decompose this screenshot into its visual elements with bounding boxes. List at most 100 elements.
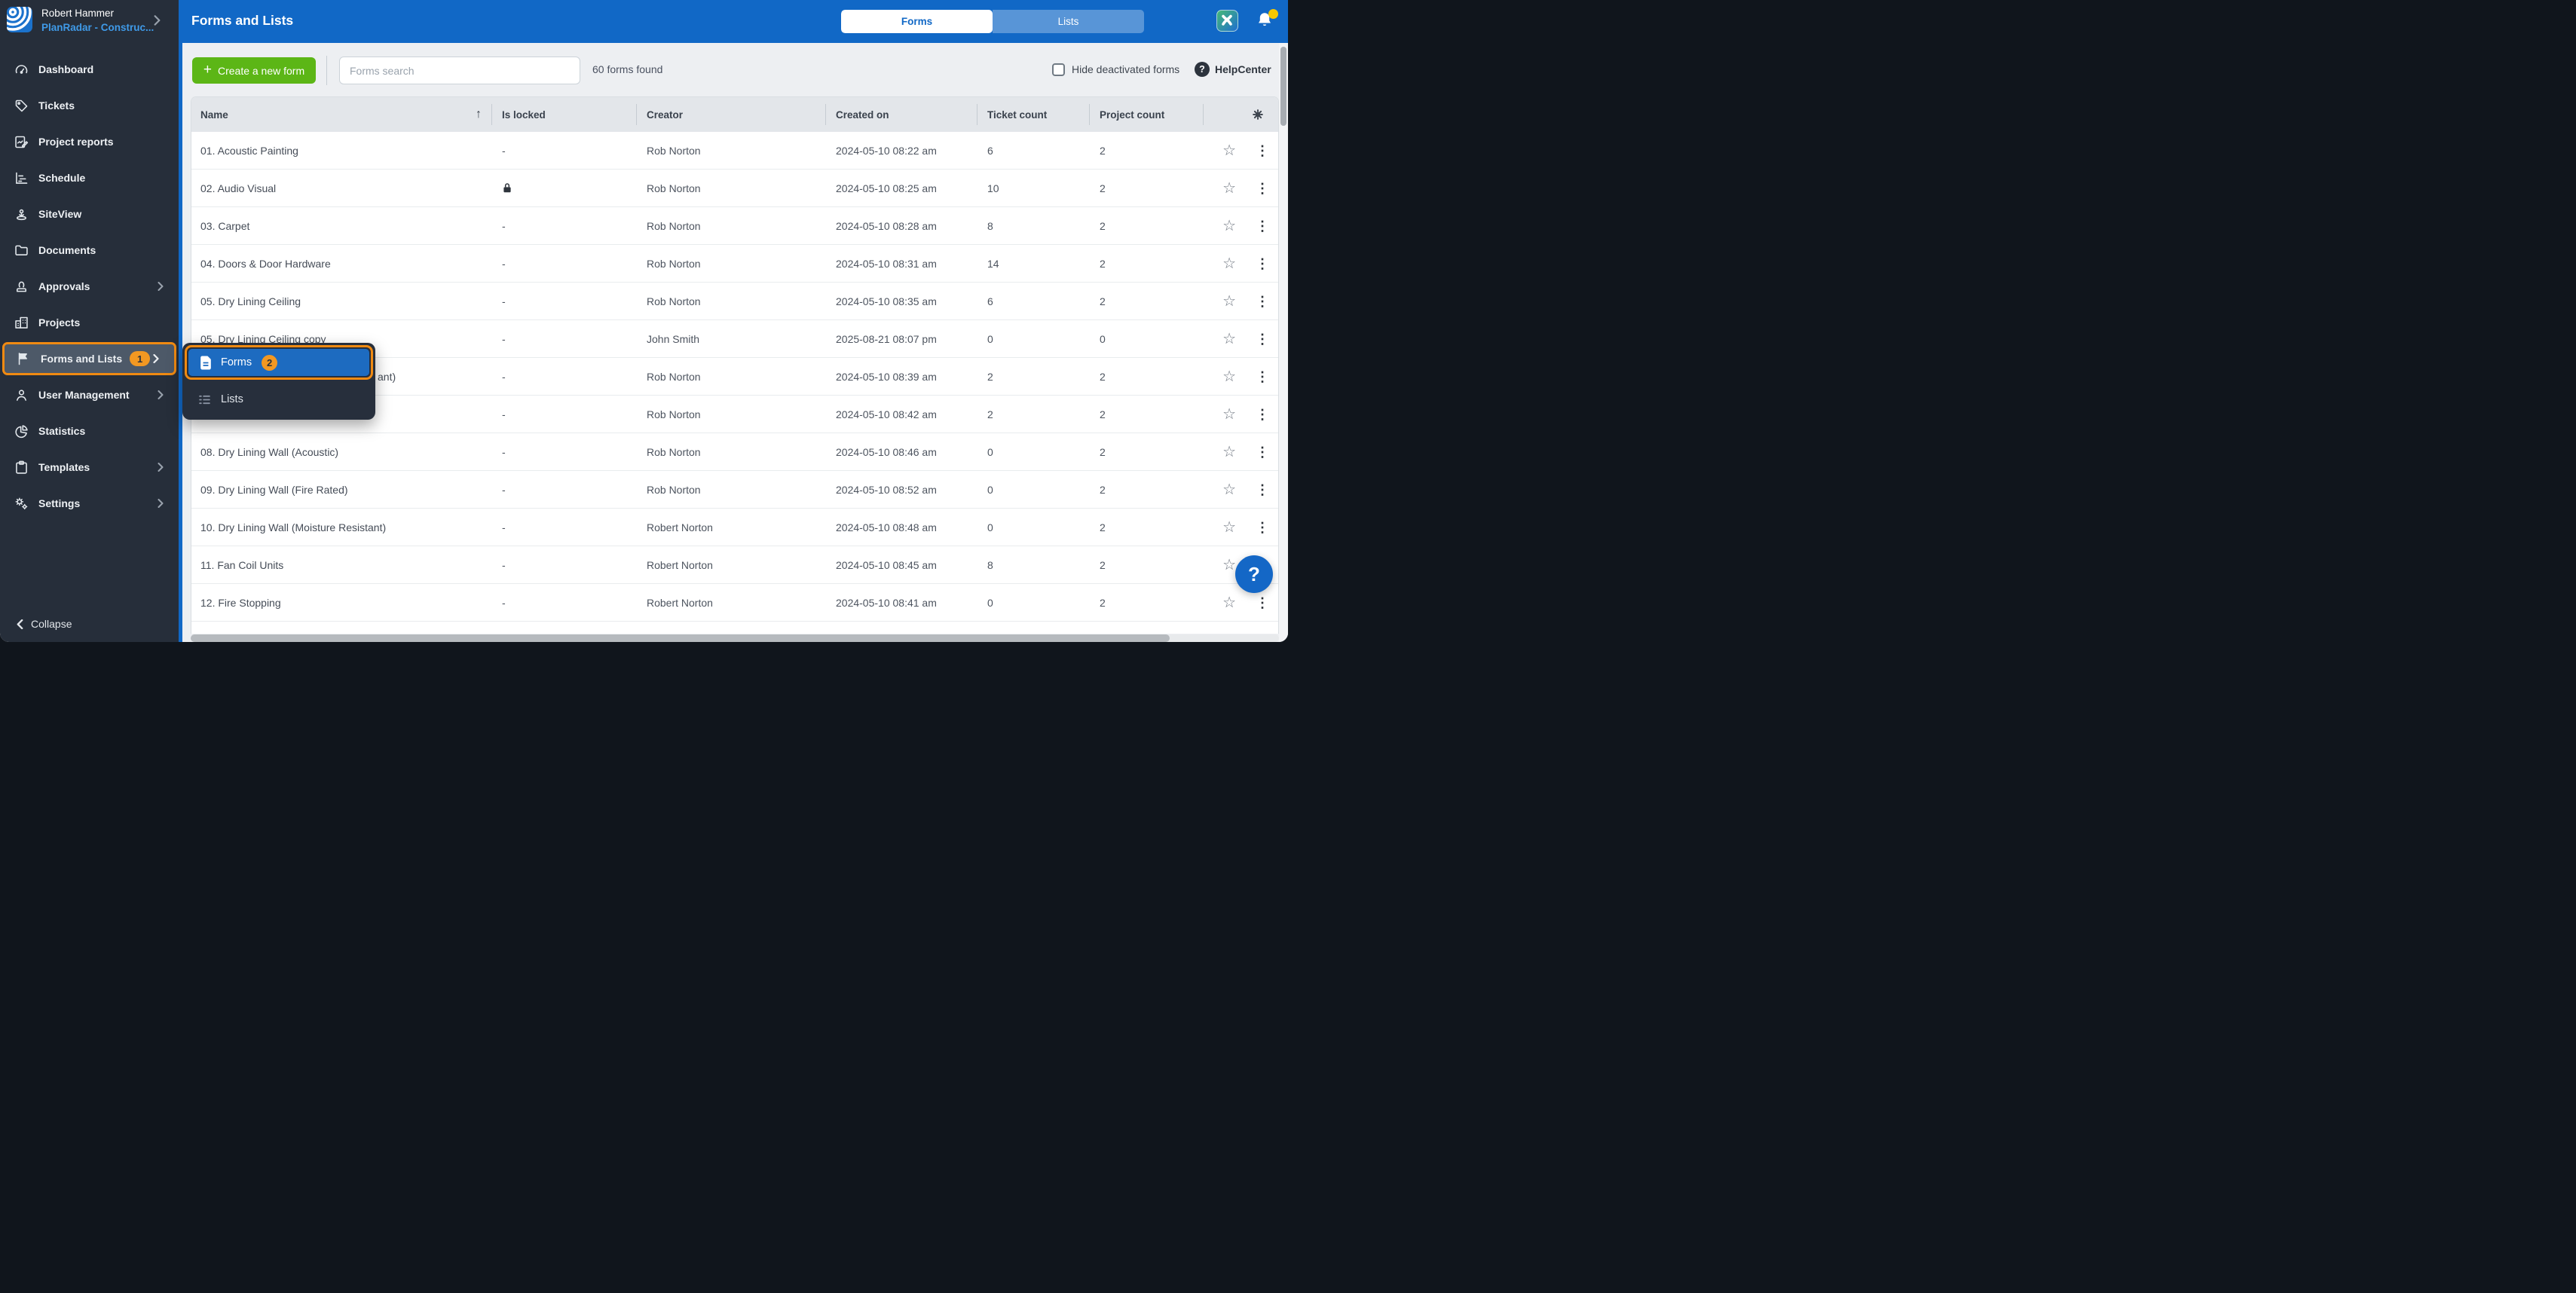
- vertical-scrollbar-thumb[interactable]: [1280, 47, 1286, 126]
- helpcenter-link[interactable]: HelpCenter: [1215, 63, 1271, 75]
- favorite-star-icon[interactable]: ☆: [1222, 558, 1236, 573]
- favorite-star-icon[interactable]: ☆: [1222, 294, 1236, 309]
- column-settings-gear-icon[interactable]: [1204, 97, 1279, 132]
- form-name[interactable]: 08. Dry Lining Wall (Acoustic): [191, 433, 492, 470]
- favorite-star-icon[interactable]: ☆: [1222, 595, 1236, 610]
- buildings-icon: [14, 315, 29, 331]
- sidebar-item-schedule[interactable]: Schedule: [0, 160, 179, 196]
- sort-ascending-icon: ↑: [476, 108, 482, 121]
- project-count-value: 2: [1090, 433, 1204, 470]
- forms-lists-popup-menu: Forms 2 Lists: [182, 343, 375, 420]
- tutorial-step-badge: 2: [262, 355, 277, 371]
- favorite-star-icon[interactable]: ☆: [1222, 407, 1236, 422]
- table-row[interactable]: 09. Dry Lining Wall (Fire Rated) - Rob N…: [191, 471, 1278, 509]
- account-switcher[interactable]: Robert Hammer PlanRadar - Construc...: [0, 0, 179, 44]
- kebab-menu-icon[interactable]: ⋮: [1256, 521, 1269, 534]
- popup-item-forms[interactable]: Forms 2: [188, 349, 369, 376]
- sidebar-item-forms-and-lists[interactable]: Forms and Lists 1: [2, 342, 176, 375]
- kebab-menu-icon[interactable]: ⋮: [1256, 144, 1269, 157]
- kebab-menu-icon[interactable]: ⋮: [1256, 332, 1269, 346]
- favorite-star-icon[interactable]: ☆: [1222, 445, 1236, 460]
- app-switcher-icon[interactable]: [1216, 10, 1238, 32]
- favorite-star-icon[interactable]: ☆: [1222, 482, 1236, 497]
- sidebar-item-templates[interactable]: Templates: [0, 449, 179, 485]
- column-header-is-locked[interactable]: Is locked: [492, 97, 637, 132]
- sidebar-item-siteview[interactable]: SiteView: [0, 196, 179, 232]
- kebab-menu-icon[interactable]: ⋮: [1256, 182, 1269, 195]
- table-row[interactable]: 12. Fire Stopping - Robert Norton 2024-0…: [191, 584, 1278, 622]
- kebab-menu-icon[interactable]: ⋮: [1256, 483, 1269, 497]
- column-header-creator[interactable]: Creator: [637, 97, 826, 132]
- sidebar-item-tickets[interactable]: Tickets: [0, 87, 179, 124]
- favorite-star-icon[interactable]: ☆: [1222, 256, 1236, 271]
- create-new-form-button[interactable]: + Create a new form: [192, 57, 316, 84]
- table-row[interactable]: 08. Dry Lining Wall (Acoustic) - Rob Nor…: [191, 433, 1278, 471]
- help-bubble-button[interactable]: ?: [1235, 555, 1273, 593]
- ticket-count-value: 2: [977, 358, 1090, 395]
- kebab-menu-icon[interactable]: ⋮: [1256, 295, 1269, 308]
- tab-forms[interactable]: Forms: [841, 10, 993, 33]
- form-name[interactable]: 12. Fire Stopping: [191, 584, 492, 621]
- forms-search-input[interactable]: [339, 57, 580, 84]
- form-name[interactable]: 01. Acoustic Painting: [191, 132, 492, 169]
- table-row[interactable]: 03. Carpet - Rob Norton 2024-05-10 08:28…: [191, 207, 1278, 245]
- favorite-star-icon[interactable]: ☆: [1222, 219, 1236, 234]
- chevron-right-icon: [158, 499, 164, 508]
- favorite-star-icon[interactable]: ☆: [1222, 143, 1236, 158]
- report-pencil-icon: [14, 134, 29, 150]
- is-locked-value: -: [492, 132, 637, 169]
- sidebar-item-settings[interactable]: Settings: [0, 485, 179, 521]
- kebab-menu-icon[interactable]: ⋮: [1256, 219, 1269, 233]
- kebab-menu-icon[interactable]: ⋮: [1256, 596, 1269, 610]
- tab-lists[interactable]: Lists: [993, 10, 1144, 33]
- sidebar-item-user-management[interactable]: User Management: [0, 377, 179, 413]
- kebab-menu-icon[interactable]: ⋮: [1256, 408, 1269, 421]
- favorite-star-icon[interactable]: ☆: [1222, 332, 1236, 347]
- is-locked-value: -: [492, 433, 637, 470]
- sidebar-item-dashboard[interactable]: Dashboard: [0, 51, 179, 87]
- table-row[interactable]: 10. Dry Lining Wall (Moisture Resistant)…: [191, 509, 1278, 546]
- clipboard-icon: [14, 460, 29, 475]
- kebab-menu-icon[interactable]: ⋮: [1256, 370, 1269, 384]
- sidebar-item-label: Statistics: [38, 425, 85, 437]
- sidebar-item-documents[interactable]: Documents: [0, 232, 179, 268]
- column-header-project-count[interactable]: Project count: [1090, 97, 1204, 132]
- form-name[interactable]: 11. Fan Coil Units: [191, 546, 492, 583]
- form-name[interactable]: 03. Carpet: [191, 207, 492, 244]
- favorite-star-icon[interactable]: ☆: [1222, 520, 1236, 535]
- collapse-sidebar-button[interactable]: Collapse: [17, 618, 72, 630]
- form-name[interactable]: 05. Dry Lining Ceiling: [191, 283, 492, 319]
- ticket-count-value: 0: [977, 320, 1090, 357]
- kebab-menu-icon[interactable]: ⋮: [1256, 257, 1269, 271]
- sidebar-item-statistics[interactable]: Statistics: [0, 413, 179, 449]
- form-name[interactable]: 02. Audio Visual: [191, 170, 492, 206]
- hide-deactivated-label[interactable]: Hide deactivated forms: [1072, 63, 1179, 75]
- table-row[interactable]: 11. Fan Coil Units - Robert Norton 2024-…: [191, 546, 1278, 584]
- table-row[interactable]: 02. Audio Visual Rob Norton 2024-05-10 0…: [191, 170, 1278, 207]
- sidebar-item-projects[interactable]: Projects: [0, 304, 179, 341]
- table-row[interactable]: 05. Dry Lining Ceiling - Rob Norton 2024…: [191, 283, 1278, 320]
- table-row[interactable]: 04. Doors & Door Hardware - Rob Norton 2…: [191, 245, 1278, 283]
- favorite-star-icon[interactable]: ☆: [1222, 369, 1236, 384]
- app-window: Robert Hammer PlanRadar - Construc... Da…: [0, 0, 1288, 646]
- hide-deactivated-checkbox[interactable]: [1052, 63, 1065, 76]
- popup-item-lists[interactable]: Lists: [185, 382, 373, 417]
- form-name[interactable]: 09. Dry Lining Wall (Fire Rated): [191, 471, 492, 508]
- column-header-name[interactable]: Name ↑: [191, 97, 492, 132]
- column-header-created-on[interactable]: Created on: [826, 97, 977, 132]
- table-row[interactable]: 01. Acoustic Painting - Rob Norton 2024-…: [191, 132, 1278, 170]
- horizontal-scrollbar-thumb[interactable]: [191, 634, 1170, 642]
- is-locked-value: -: [492, 358, 637, 395]
- creator-value: Rob Norton: [637, 358, 826, 395]
- collapse-label: Collapse: [31, 618, 72, 630]
- column-header-ticket-count[interactable]: Ticket count: [977, 97, 1090, 132]
- notifications-bell-icon[interactable]: [1256, 11, 1278, 32]
- kebab-menu-icon[interactable]: ⋮: [1256, 445, 1269, 459]
- favorite-star-icon[interactable]: ☆: [1222, 181, 1236, 196]
- sidebar-item-approvals[interactable]: Approvals: [0, 268, 179, 304]
- sidebar-item-project-reports[interactable]: Project reports: [0, 124, 179, 160]
- form-name[interactable]: 10. Dry Lining Wall (Moisture Resistant): [191, 509, 492, 546]
- sidebar-item-label: Tickets: [38, 99, 75, 112]
- form-name[interactable]: 04. Doors & Door Hardware: [191, 245, 492, 282]
- siteview-icon: [14, 206, 29, 222]
